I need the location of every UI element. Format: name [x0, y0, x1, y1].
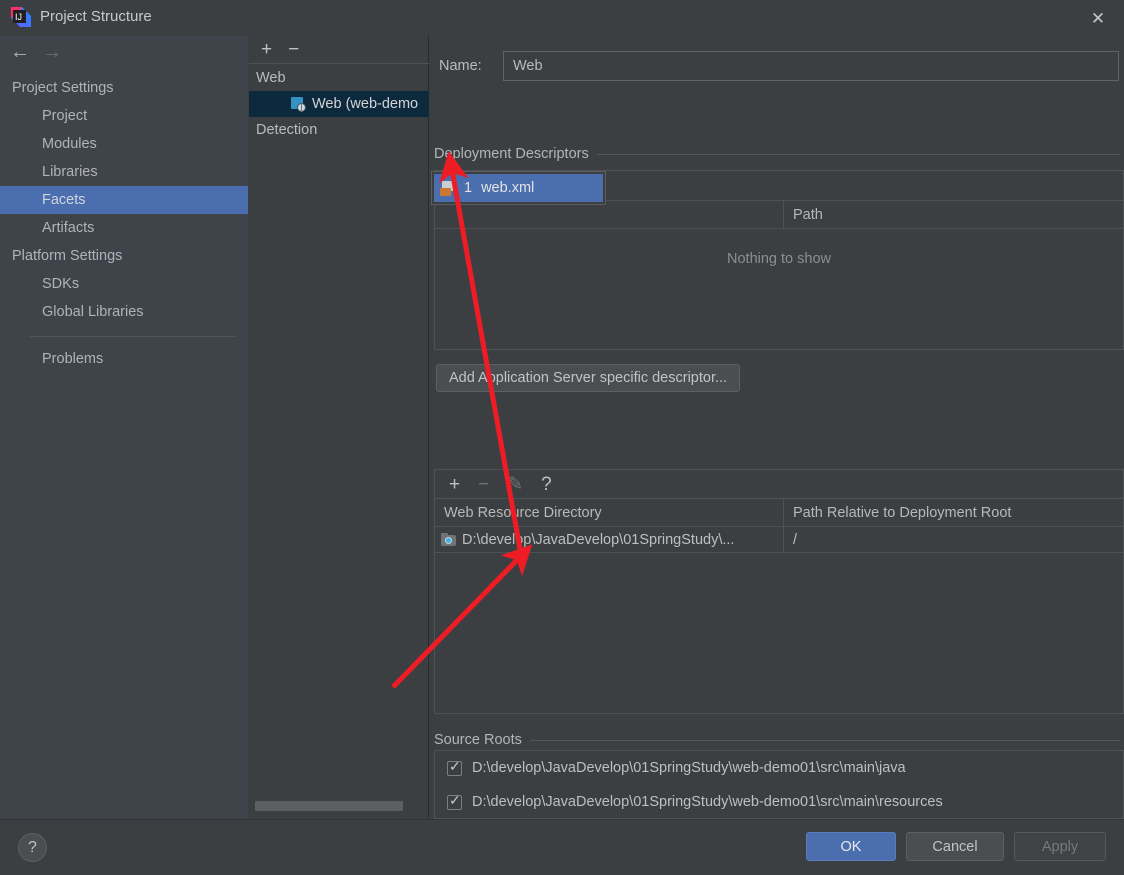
title-bar: IJ Project Structure ✕	[0, 0, 1124, 36]
sidebar-item-label: SDKs	[42, 276, 80, 292]
web-resource-directories-frame: + − ✎ ? Web Resource Directory Path Rela…	[434, 469, 1124, 714]
sidebar-item-global-libraries[interactable]: Global Libraries	[0, 298, 248, 326]
checkbox-icon[interactable]	[447, 759, 462, 776]
cell-text: D:\develop\JavaDevelop\01SpringStudy\...	[462, 531, 735, 548]
name-label: Name:	[439, 58, 482, 74]
sidebar-group-label: Platform Settings	[12, 248, 123, 264]
checkbox-icon[interactable]	[447, 793, 462, 810]
cell-text: /	[793, 531, 798, 548]
apply-button[interactable]: Apply	[1014, 832, 1106, 861]
section-label: Deployment Descriptors	[434, 146, 589, 162]
source-root-path: D:\develop\JavaDevelop\01SpringStudy\web…	[472, 794, 943, 810]
source-root-item[interactable]: D:\develop\JavaDevelop\01SpringStudy\web…	[435, 785, 1123, 819]
sidebar-item-list: Project Settings Project Modules Librari…	[0, 74, 248, 373]
intellij-idea-logo-icon: IJ	[10, 6, 32, 28]
sidebar-item-artifacts[interactable]: Artifacts	[0, 214, 248, 242]
facet-detail-pane: Name: Deployment Descriptors + − ✎ Path …	[430, 36, 1124, 819]
minus-icon[interactable]: −	[288, 40, 299, 59]
facet-tree-node-web-group[interactable]: Web	[249, 65, 429, 91]
web-resource-directories-table-body: D:\develop\JavaDevelop\01SpringStudy\...…	[435, 527, 1123, 553]
add-application-server-descriptor-button[interactable]: Add Application Server specific descript…	[436, 364, 741, 392]
source-roots-panel: D:\develop\JavaDevelop\01SpringStudy\web…	[434, 750, 1124, 819]
sidebar-item-project[interactable]: Project	[0, 102, 248, 130]
sidebar-item-label: Project	[42, 108, 88, 124]
source-root-path: D:\develop\JavaDevelop\01SpringStudy\web…	[472, 760, 906, 776]
folder-web-icon	[441, 533, 456, 546]
sidebar-item-label: Libraries	[42, 164, 98, 180]
question-mark-icon[interactable]: ?	[541, 475, 552, 494]
section-label: Source Roots	[434, 732, 522, 748]
deployment-descriptors-empty-message: Nothing to show	[727, 251, 831, 267]
cell-relative-path: /	[783, 527, 1123, 552]
svg-text:IJ: IJ	[15, 12, 22, 22]
column-header-path[interactable]: Path	[783, 200, 1123, 229]
cancel-button[interactable]: Cancel	[906, 832, 1004, 861]
facet-name-input[interactable]	[503, 51, 1119, 81]
facet-tree-node-label: Detection	[256, 122, 318, 138]
section-rule	[529, 739, 1120, 741]
column-header-path-relative[interactable]: Path Relative to Deployment Root	[783, 498, 1123, 527]
sidebar-item-facets[interactable]: Facets	[0, 186, 248, 214]
column-header-web-resource-directory[interactable]: Web Resource Directory	[435, 499, 783, 527]
sidebar-group-label: Project Settings	[12, 80, 114, 96]
project-structure-dialog: IJ Project Structure ✕ ← → Project Setti…	[0, 0, 1124, 875]
sidebar-item-sdks[interactable]: SDKs	[0, 270, 248, 298]
web-resource-directories-table-header: Web Resource Directory Path Relative to …	[435, 498, 1123, 527]
menu-item-shortcut-number: 1	[464, 180, 473, 196]
sidebar-item-modules[interactable]: Modules	[0, 130, 248, 158]
close-icon[interactable]: ✕	[1086, 7, 1110, 29]
settings-sidebar: ← → Project Settings Project Modules Lib…	[0, 36, 248, 819]
window-title: Project Structure	[40, 8, 152, 25]
facet-tree: Web Web (web-demo Detection	[249, 65, 429, 143]
sidebar-item-label: Facets	[42, 192, 86, 208]
deployment-descriptors-section-title: Deployment Descriptors	[434, 144, 1120, 164]
menu-item-label: web.xml	[481, 180, 535, 196]
facet-tree-toolbar: + −	[249, 36, 429, 64]
cell-web-resource-directory: D:\develop\JavaDevelop\01SpringStudy\...	[435, 527, 783, 552]
table-row[interactable]: D:\develop\JavaDevelop\01SpringStudy\...…	[435, 527, 1123, 553]
ok-button[interactable]: OK	[806, 832, 896, 861]
facet-tree-node-label: Web	[256, 70, 286, 86]
web-facet-icon	[291, 96, 306, 112]
name-row: Name:	[439, 50, 1119, 82]
help-button[interactable]: ?	[18, 833, 47, 862]
navigation-arrows: ← →	[0, 36, 248, 68]
facet-tree-node-label: Web (web-demo	[312, 96, 419, 112]
arrow-right-icon[interactable]: →	[42, 42, 62, 62]
facet-tree-panel: + − Web Web (web-demo Detection	[249, 36, 429, 819]
facet-tree-node-detection[interactable]: Detection	[249, 117, 429, 143]
sidebar-item-problems[interactable]: Problems	[0, 345, 248, 373]
scrollbar-thumb[interactable]	[255, 801, 403, 811]
source-roots-section-title: Source Roots	[434, 730, 1120, 750]
add-descriptor-popup-menu: 1 web.xml	[431, 171, 606, 205]
facet-tree-node-web-facet[interactable]: Web (web-demo	[249, 91, 429, 117]
menu-item-web-xml[interactable]: 1 web.xml	[434, 174, 603, 202]
sidebar-group-project-settings: Project Settings	[0, 74, 248, 102]
sidebar-divider	[30, 336, 236, 337]
minus-icon[interactable]: −	[478, 475, 489, 494]
xml-file-icon	[440, 180, 456, 196]
sidebar-group-platform-settings: Platform Settings	[0, 242, 248, 270]
sidebar-item-label: Modules	[42, 136, 97, 152]
plus-icon[interactable]: +	[261, 40, 272, 59]
section-rule	[596, 153, 1120, 155]
web-resource-directories-toolbar: + − ✎ ?	[435, 469, 1123, 499]
sidebar-item-label: Problems	[42, 351, 104, 367]
sidebar-item-label: Artifacts	[42, 220, 95, 236]
plus-icon[interactable]: +	[449, 475, 460, 494]
arrow-left-icon[interactable]: ←	[10, 42, 30, 62]
sidebar-item-libraries[interactable]: Libraries	[0, 158, 248, 186]
sidebar-item-label: Global Libraries	[42, 304, 144, 320]
pencil-icon[interactable]: ✎	[507, 475, 523, 494]
deployment-descriptors-table-header: Path	[435, 200, 1123, 229]
source-root-item[interactable]: D:\develop\JavaDevelop\01SpringStudy\web…	[435, 751, 1123, 785]
facet-tree-horizontal-scrollbar[interactable]	[249, 799, 429, 811]
